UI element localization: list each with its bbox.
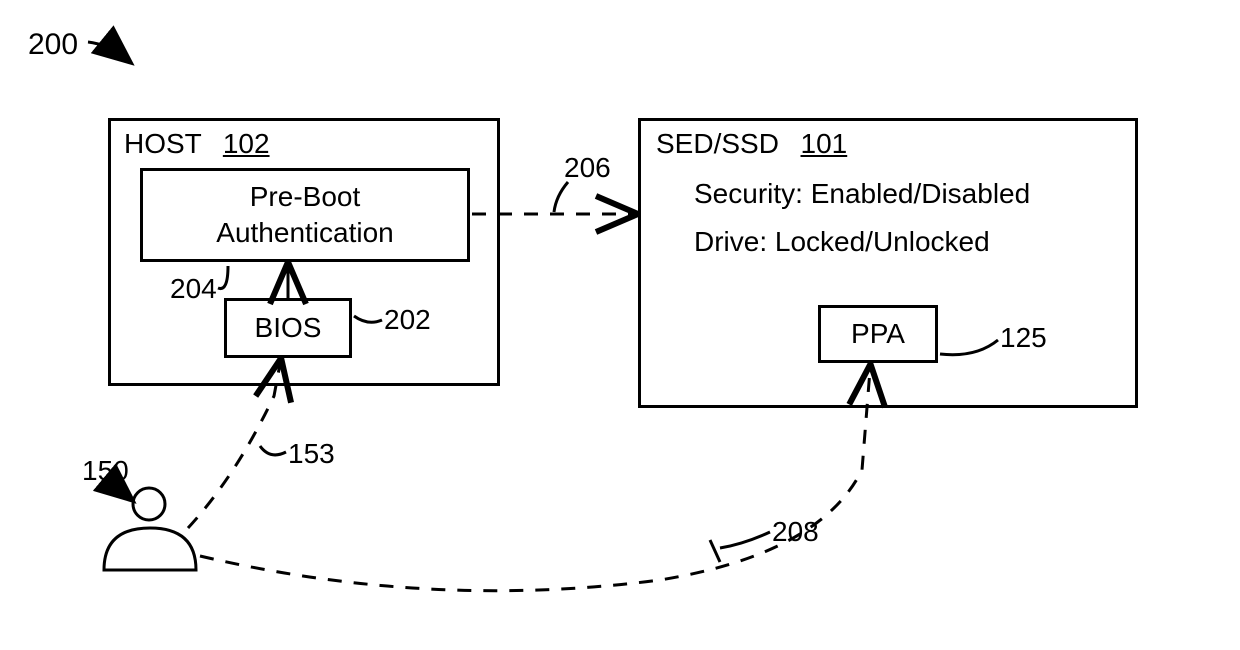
user-ref: 150 xyxy=(82,455,129,487)
bios-box: BIOS xyxy=(224,298,352,358)
drive-box xyxy=(638,118,1138,408)
preboot-line2: Authentication xyxy=(143,217,467,249)
ppa-ref: 125 xyxy=(1000,322,1047,354)
drive-ref: 101 xyxy=(801,128,848,159)
conn-153-ref: 153 xyxy=(288,438,335,470)
conn-206-ref: 206 xyxy=(564,152,611,184)
host-ref: 102 xyxy=(223,128,270,159)
drive-title-prefix: SED/SSD xyxy=(656,128,779,159)
preboot-ref: 204 xyxy=(170,273,217,305)
preboot-line1: Pre-Boot xyxy=(143,181,467,213)
conn-208-ref: 208 xyxy=(772,516,819,548)
drive-title: SED/SSD 101 xyxy=(656,128,847,160)
host-title-prefix: HOST xyxy=(124,128,201,159)
drive-status: Drive: Locked/Unlocked xyxy=(694,226,990,258)
bios-label: BIOS xyxy=(255,312,322,344)
diagram-canvas: 200 HOST 102 Pre-Boot Authentication BIO… xyxy=(0,0,1240,650)
bios-ref: 202 xyxy=(384,304,431,336)
security-status: Security: Enabled/Disabled xyxy=(694,178,1030,210)
ppa-label: PPA xyxy=(851,318,905,350)
ppa-box: PPA xyxy=(818,305,938,363)
host-title: HOST 102 xyxy=(124,128,270,160)
preboot-auth-box: Pre-Boot Authentication xyxy=(140,168,470,262)
figure-number: 200 xyxy=(28,28,78,62)
